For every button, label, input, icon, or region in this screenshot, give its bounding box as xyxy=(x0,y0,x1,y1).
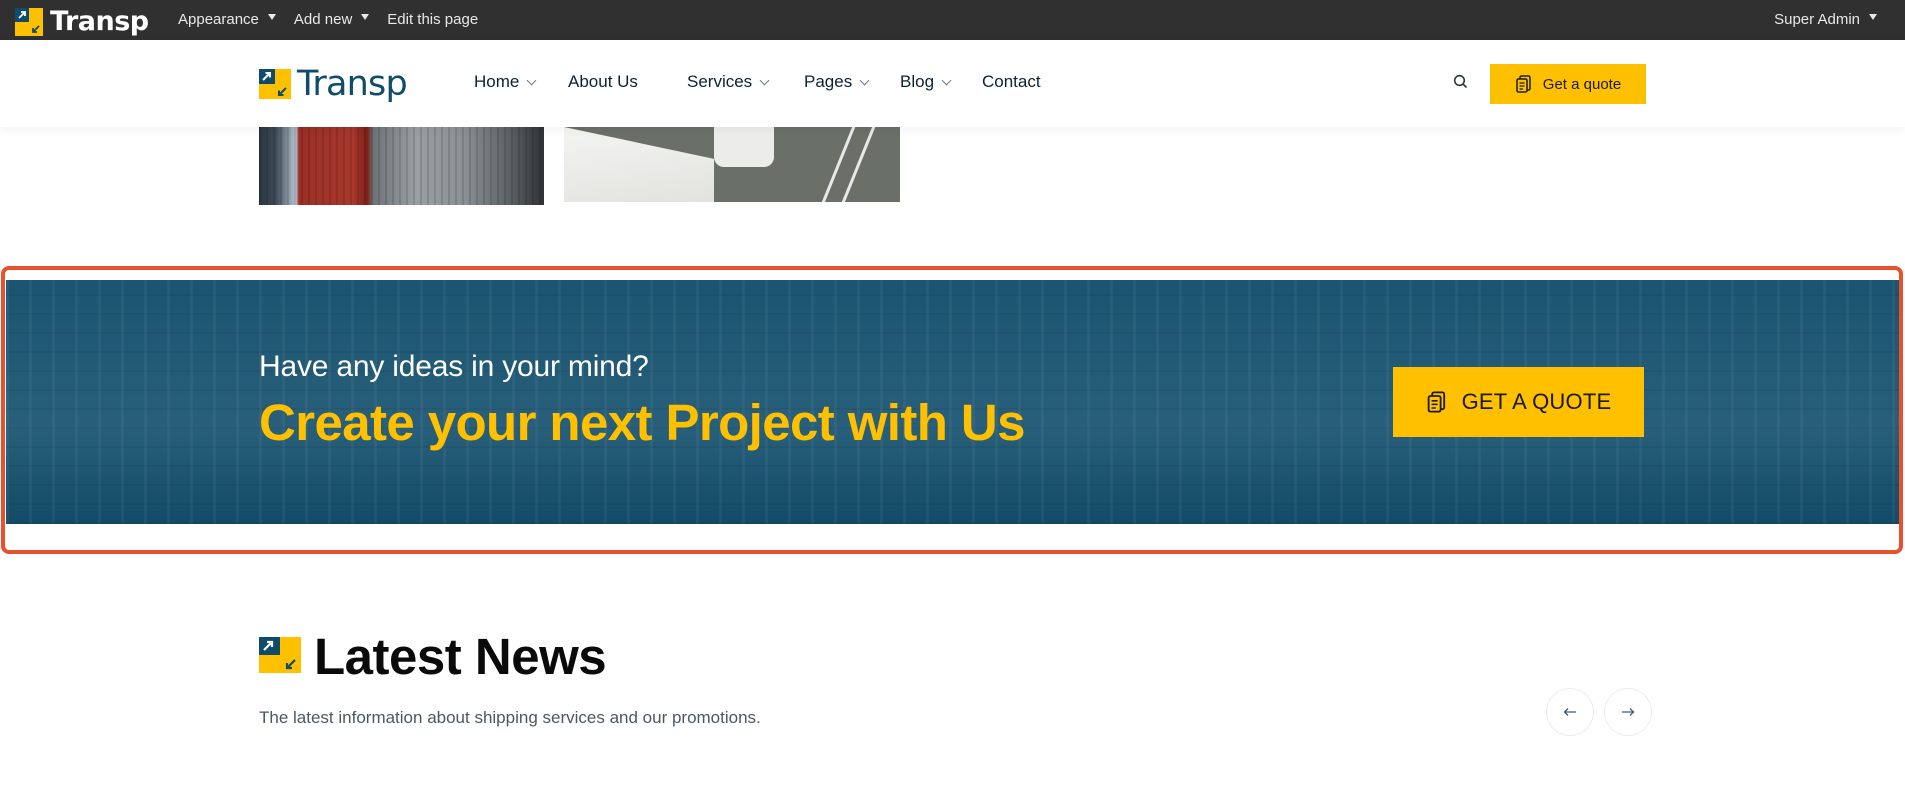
admin-user-menu[interactable]: Super Admin xyxy=(1774,11,1877,28)
cta-subtitle: Have any ideas in your mind? xyxy=(259,350,649,383)
arrow-right-icon xyxy=(1622,708,1635,716)
caret-down-icon xyxy=(361,13,370,20)
brand-logo[interactable]: Transp xyxy=(259,64,408,104)
cta-get-a-quote-button[interactable]: GET A QUOTE xyxy=(1393,367,1644,437)
chevron-down-icon xyxy=(526,75,537,85)
admin-menu-edit-page[interactable]: Edit this page xyxy=(387,11,478,28)
search-icon xyxy=(1453,74,1468,89)
get-a-quote-label: Get a quote xyxy=(1542,75,1622,93)
cta-banner: Have any ideas in your mind? Create your… xyxy=(6,280,1899,524)
admin-menu-appearance[interactable]: Appearance xyxy=(178,11,276,28)
latest-news-description: The latest information about shipping se… xyxy=(259,708,761,727)
admin-menu-add-new[interactable]: Add new xyxy=(293,11,370,28)
nav-item-label: Pages xyxy=(804,72,853,91)
news-prev-button[interactable] xyxy=(1546,688,1594,736)
nav-item-label: Contact xyxy=(982,72,1041,91)
caret-down-icon xyxy=(1869,13,1877,20)
nav-item-label: Home xyxy=(474,72,520,91)
nav-item-home[interactable]: Home xyxy=(474,72,537,92)
news-next-button[interactable] xyxy=(1604,688,1652,736)
admin-menu-add-new-label: Add new xyxy=(293,11,353,28)
admin-logo[interactable]: Transp xyxy=(15,6,149,37)
trucks-photo xyxy=(564,127,900,202)
caret-down-icon xyxy=(267,13,276,20)
clipboard-icon xyxy=(1427,391,1445,413)
chevron-down-icon xyxy=(941,75,952,85)
admin-logo-text: Transp xyxy=(50,6,149,37)
get-a-quote-button[interactable]: Get a quote xyxy=(1490,64,1646,104)
nav-item-contact[interactable]: Contact xyxy=(982,72,1041,92)
search-button[interactable] xyxy=(1452,73,1470,91)
cta-button-label: GET A QUOTE xyxy=(1461,389,1612,414)
clipboard-icon xyxy=(1516,75,1531,93)
nav-item-pages[interactable]: Pages xyxy=(804,72,870,92)
admin-bar: Transp Appearance Add new Edit this page… xyxy=(0,0,1905,40)
nav-item-services[interactable]: Services xyxy=(687,72,770,92)
logo-icon xyxy=(15,7,43,36)
chevron-down-icon xyxy=(759,75,770,85)
nav-item-label: Blog xyxy=(900,72,935,91)
section-logo-icon xyxy=(259,637,301,673)
admin-menu: Appearance Add new Edit this page xyxy=(178,11,496,28)
cta-title: Create your next Project with Us xyxy=(259,394,1025,451)
brand-text: Transp xyxy=(297,64,408,104)
logo-icon xyxy=(259,69,291,99)
latest-news-title: Latest News xyxy=(314,628,607,685)
nav-item-blog[interactable]: Blog xyxy=(900,72,952,92)
arrow-left-icon xyxy=(1563,708,1576,716)
nav-item-label: Services xyxy=(687,72,753,91)
containers-photo xyxy=(259,127,544,205)
site-header: Transp Home About Us Services Pages Blog… xyxy=(0,40,1905,127)
nav-item-label: About Us xyxy=(568,72,638,91)
chevron-down-icon xyxy=(859,75,870,85)
nav-item-about-us[interactable]: About Us xyxy=(568,72,638,92)
admin-menu-appearance-label: Appearance xyxy=(178,11,259,28)
admin-user-label: Super Admin xyxy=(1774,11,1860,28)
admin-menu-edit-page-label: Edit this page xyxy=(387,11,479,28)
